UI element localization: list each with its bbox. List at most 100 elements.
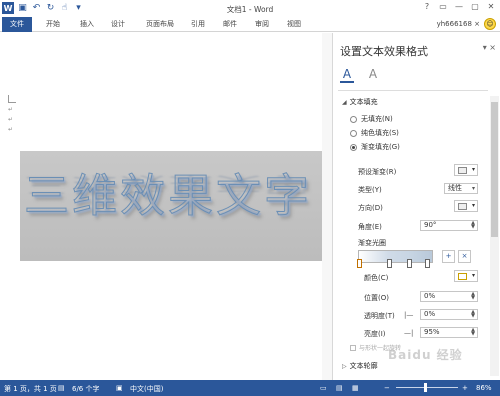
gradient-stop[interactable] [425,259,430,268]
preset-swatch [458,167,467,174]
type-value: 线性 [448,184,462,192]
zoom-slider[interactable] [396,387,458,388]
zoom-out-icon[interactable]: − [384,384,390,392]
brightness-slider-icon[interactable]: —| [404,329,413,337]
title-bar: W ▣ ↶ ↻ ☝ ▾ 文档1 - Word ? ▭ — ▢ ✕ [0,0,500,17]
preset-gradient-dropdown[interactable]: ▾ [454,164,478,176]
section-text-fill-label: 文本填充 [349,98,378,106]
chevron-down-icon: ▾ [471,272,475,279]
direction-label: 方向(D) [358,204,383,212]
baidu-watermark: Baidu 经验 [388,348,463,362]
zoom-in-icon[interactable]: + [462,384,468,392]
position-label: 位置(O) [364,294,389,302]
gradient-stop-selected[interactable] [357,259,362,268]
position-input[interactable]: 0% ▲ ▼ [420,291,478,302]
feedback-smiley-icon[interactable]: ☺ [484,18,496,30]
format-text-effects-pane: 设置文本效果格式 ▾ × A A ◢ 文本填充 无填充(N) 纯色填充(S) 渐变… [334,33,500,380]
paragraph-mark: ↵ [8,106,14,113]
radio-gradient-fill-label: 渐变填充(G) [361,143,400,151]
ribbon-display-button[interactable]: ▭ [436,1,450,13]
window-title: 文档1 - Word [226,5,274,14]
paragraph-mark: ↵ [8,116,14,123]
chevron-down-icon: ▾ [471,166,475,173]
tab-file[interactable]: 文件 [2,17,32,32]
document-scrollbar[interactable] [322,33,332,380]
radio-gradient-fill[interactable]: 渐变填充(G) [350,142,400,152]
transparency-label: 透明度(T) [364,312,395,320]
section-text-fill[interactable]: ◢ 文本填充 [342,97,378,107]
print-layout-icon[interactable]: ▤ [336,384,343,392]
tab-mailings[interactable]: 邮件 [219,18,241,31]
gradient-stop[interactable] [407,259,412,268]
tab-insert[interactable]: 插入 [76,18,98,31]
gradient-stops-bar[interactable] [357,250,433,268]
window-controls: ? ▭ — ▢ ✕ [420,1,498,13]
zoom-slider-thumb[interactable] [424,383,427,392]
text-effects-icon[interactable]: A [366,67,380,83]
tab-design[interactable]: 设计 [107,18,129,31]
ribbon-tabs: 文件 开始 插入 设计 页面布局 引用 邮件 审阅 视图 yh666168 × … [0,17,500,32]
track-changes-icon[interactable]: ▣ [116,384,123,392]
gradient-stops-label: 渐变光圈 [358,239,386,247]
text-fill-outline-icon[interactable]: A [340,67,354,83]
paragraph-marks: ↵ ↵ ↵ [8,105,13,135]
word-logo-icon[interactable]: W [2,2,14,14]
direction-swatch [458,203,467,210]
maximize-button[interactable]: ▢ [468,1,482,13]
tab-page-layout[interactable]: 页面布局 [140,18,180,31]
brightness-input[interactable]: 95% ▲ ▼ [420,327,478,338]
angle-input[interactable]: 90° ▲ ▼ [420,220,478,231]
radio-no-fill[interactable]: 无填充(N) [350,114,393,124]
add-stop-icon[interactable]: + [442,250,455,263]
pane-close-button[interactable]: ▾ × [483,43,496,52]
expand-triangle-icon: ▷ [342,363,347,370]
pane-category-tabs: A A [340,67,380,83]
proofing-icon[interactable]: ▤ [58,384,65,392]
zoom-level[interactable]: 86% [476,384,492,392]
radio-no-fill-icon[interactable] [350,115,357,123]
read-mode-icon[interactable]: ▭ [320,384,327,392]
undo-icon[interactable]: ↶ [31,3,42,14]
status-bar: 第 1 页，共 1 页 ▤ 6/6 个字 ▣ 中文(中国) ▭ ▤ ▦ − + … [0,380,500,396]
redo-icon[interactable]: ↻ [45,3,56,14]
spinner-arrows-icon[interactable]: ▲ ▼ [471,221,475,230]
help-button[interactable]: ? [420,1,434,13]
transparency-input[interactable]: 0% ▲ ▼ [420,309,478,320]
spinner-arrows-icon[interactable]: ▲ ▼ [471,310,475,319]
pane-scroll-thumb[interactable] [491,102,498,237]
3d-effect-text[interactable]: 三维效果文字 [23,159,312,224]
tab-references[interactable]: 引用 [187,18,209,31]
color-dropdown[interactable]: ▾ [454,270,478,282]
web-layout-icon[interactable]: ▦ [352,384,359,392]
document-area[interactable]: ↵ ↵ ↵ 三维效果文字 三维效果文字 [0,33,333,380]
page-count[interactable]: 第 1 页，共 1 页 [4,384,57,394]
tab-home[interactable]: 开始 [42,18,64,31]
radio-gradient-fill-icon[interactable] [350,143,357,151]
spinner-arrows-icon[interactable]: ▲ ▼ [471,292,475,301]
word-count[interactable]: 6/6 个字 [72,384,100,394]
checkbox-icon[interactable] [350,344,356,351]
type-dropdown[interactable]: 线性 ▾ [444,183,478,194]
radio-solid-fill-label: 纯色填充(S) [361,129,399,137]
radio-solid-fill[interactable]: 纯色填充(S) [350,128,399,138]
customize-qat-icon[interactable]: ▾ [73,3,84,14]
minimize-button[interactable]: — [452,1,466,13]
close-button[interactable]: ✕ [484,1,498,13]
pane-scrollbar[interactable] [490,96,499,376]
tab-view[interactable]: 视图 [283,18,305,31]
3d-text-selection[interactable]: 三维效果文字 三维效果文字 [20,151,322,261]
touch-mode-icon[interactable]: ☝ [59,3,70,14]
section-text-outline[interactable]: ▷ 文本轮廓 [342,361,378,371]
save-icon[interactable]: ▣ [17,3,28,14]
tab-review[interactable]: 审阅 [251,18,273,31]
transparency-slider-icon[interactable]: |— [404,311,413,319]
color-label: 颜色(C) [364,274,389,282]
transparency-value: 0% [424,310,436,318]
direction-dropdown[interactable]: ▾ [454,200,478,212]
spinner-arrows-icon[interactable]: ▲ ▼ [471,328,475,337]
gradient-stop[interactable] [387,259,392,268]
radio-solid-fill-icon[interactable] [350,129,357,137]
remove-stop-icon[interactable]: × [458,250,471,263]
language[interactable]: 中文(中国) [130,384,163,394]
user-account[interactable]: yh666168 × [437,20,480,28]
